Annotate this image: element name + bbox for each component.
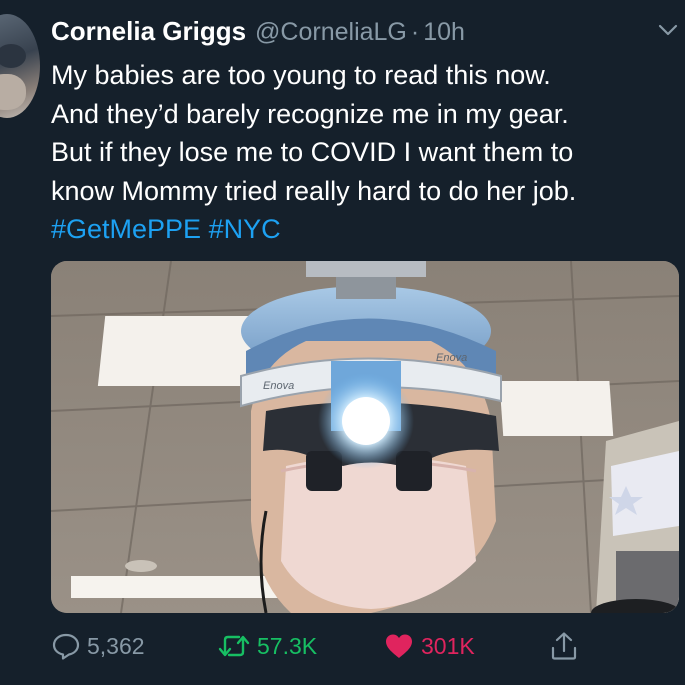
- retweet-button[interactable]: 57.3K: [217, 628, 317, 664]
- reply-button[interactable]: 5,362: [51, 628, 145, 664]
- hashtag-link[interactable]: #GetMePPE: [51, 214, 201, 244]
- heart-icon: [386, 634, 412, 658]
- tweet-text-line: know Mommy tried really hard to do her j…: [51, 175, 577, 206]
- author-avatar[interactable]: [0, 14, 40, 118]
- tweet-header: Cornelia Griggs @CorneliaLG · 10h: [51, 16, 675, 50]
- photo-illustration: Enova Enova: [51, 261, 679, 613]
- hashtag-line: #GetMePPE #NYC: [51, 210, 681, 249]
- tweet-photo[interactable]: Enova Enova: [51, 261, 679, 613]
- author-handle[interactable]: @CorneliaLG: [255, 18, 407, 47]
- tweet-text-line: My babies are too young to read this now…: [51, 60, 551, 90]
- author-name[interactable]: Cornelia Griggs: [51, 16, 246, 47]
- tweet-timestamp[interactable]: 10h: [423, 18, 465, 47]
- headlamp-brand-label: Enova: [436, 352, 467, 364]
- headlamp-brand-label: Enova: [263, 380, 294, 392]
- chevron-down-icon[interactable]: [657, 22, 679, 38]
- separator-dot: ·: [410, 18, 420, 46]
- hashtag-link[interactable]: #NYC: [209, 214, 281, 244]
- tweet-actions: 5,362 57.3K 301K: [51, 628, 681, 664]
- avatar-shape: [0, 44, 26, 68]
- like-count: 301K: [421, 632, 475, 659]
- tweet-text: My babies are too young to read this now…: [51, 56, 681, 249]
- tweet-text-line: But if they lose me to COVID I want them…: [51, 137, 574, 167]
- like-button[interactable]: 301K: [383, 628, 475, 664]
- tweet-text-line: And they’d barely recognize me in my gea…: [51, 98, 569, 129]
- reply-count: 5,362: [87, 632, 145, 659]
- reply-icon: [52, 633, 80, 660]
- retweet-icon: [218, 635, 250, 657]
- retweet-count: 57.3K: [257, 632, 318, 659]
- share-button[interactable]: [549, 628, 585, 664]
- avatar-shape: [0, 74, 26, 110]
- share-icon: [551, 632, 577, 660]
